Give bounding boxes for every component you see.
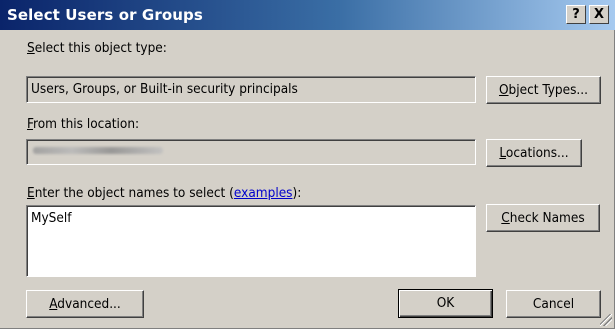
object-names-label: Enter the object names to select (exampl… bbox=[27, 185, 302, 201]
resize-grip[interactable] bbox=[600, 314, 612, 326]
examples-link[interactable]: examples bbox=[234, 185, 293, 201]
object-types-button[interactable]: Object Types... bbox=[486, 76, 601, 104]
close-button[interactable]: X bbox=[589, 5, 609, 24]
location-field bbox=[26, 139, 476, 165]
advanced-button[interactable]: Advanced... bbox=[26, 290, 144, 318]
title-bar[interactable]: Select Users or Groups ? X bbox=[0, 0, 615, 30]
help-button[interactable]: ? bbox=[566, 5, 586, 24]
check-names-button[interactable]: Check Names bbox=[486, 204, 600, 232]
object-type-label: Select this object type: bbox=[27, 40, 167, 56]
cancel-button[interactable]: Cancel bbox=[506, 290, 601, 318]
location-label: From this location: bbox=[27, 116, 140, 132]
ok-button[interactable]: OK bbox=[398, 289, 493, 318]
window-title: Select Users or Groups bbox=[7, 6, 203, 24]
blurred-location-value bbox=[33, 147, 163, 154]
select-users-dialog: Select Users or Groups ? X Select this o… bbox=[0, 0, 615, 329]
object-type-field: Users, Groups, or Built-in security prin… bbox=[26, 76, 476, 103]
object-names-input[interactable]: MySelf bbox=[26, 205, 476, 277]
locations-button[interactable]: Locations... bbox=[486, 139, 582, 167]
